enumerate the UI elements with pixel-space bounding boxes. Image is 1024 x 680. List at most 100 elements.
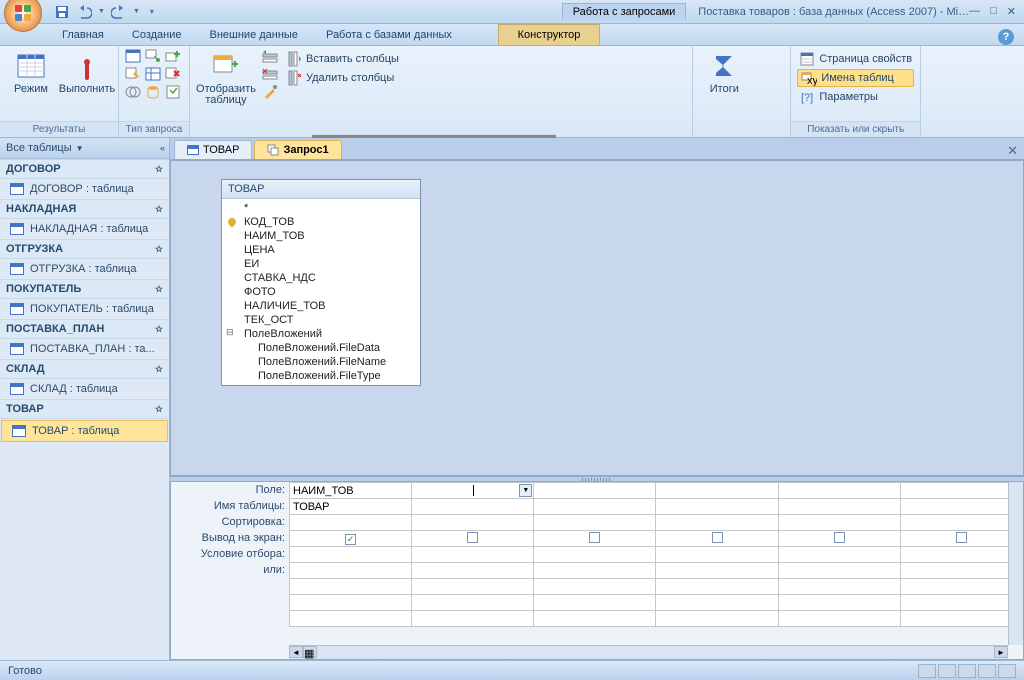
save-icon[interactable] (54, 4, 70, 20)
label-or: или: (171, 562, 289, 578)
horizontal-scrollbar[interactable]: ◄▦► (289, 645, 1008, 659)
table-icon (187, 145, 199, 155)
design-view-icon[interactable] (998, 664, 1016, 678)
append-query-icon[interactable] (165, 48, 181, 64)
property-sheet-button[interactable]: Страница свойств (797, 50, 914, 68)
undo-dropdown-icon[interactable]: ▼ (98, 8, 105, 15)
sigma-icon (708, 50, 740, 82)
nav-item[interactable]: СКЛАД : таблица (0, 379, 169, 399)
nav-group-header[interactable]: НАКЛАДНАЯ☆ (0, 199, 169, 219)
nav-dropdown-icon[interactable]: ▼ (76, 144, 84, 153)
table-names-button[interactable]: xyzИмена таблиц (797, 69, 914, 87)
field-item[interactable]: ПолеВложений (222, 327, 420, 341)
restore-button[interactable]: □ (990, 5, 997, 18)
insert-col-icon (286, 51, 302, 67)
nav-item[interactable]: ТОВАР : таблица (1, 420, 168, 442)
field-sub-item[interactable]: ПолеВложений.FileType (222, 369, 420, 383)
show-table-button[interactable]: Отобразить таблицу (196, 48, 256, 108)
qbe-table-1[interactable]: ТОВАР (290, 499, 412, 515)
titlebar: ▼ ▼ ▾ Работа с запросами Поставка товаро… (0, 0, 1024, 24)
nav-group-header[interactable]: ДОГОВОР☆ (0, 159, 169, 179)
properties-icon (799, 51, 815, 67)
field-item[interactable]: НАИМ_ТОВ (222, 229, 420, 243)
nav-header[interactable]: Все таблицы ▼ « (0, 138, 169, 159)
nav-group-header[interactable]: ТОВАР☆ (0, 399, 169, 419)
insert-columns-button[interactable]: Вставить столбцы (284, 50, 686, 68)
document-area: ТОВАР Запрос1 ✕ ТОВАР *КОД_ТОВНАИМ_ТОВЦЕ… (170, 138, 1024, 660)
view-button[interactable]: Режим (6, 48, 56, 97)
update-query-icon[interactable] (125, 66, 141, 82)
doc-tab-tovar[interactable]: ТОВАР (174, 140, 252, 159)
delete-rows-icon[interactable] (262, 67, 278, 83)
qbe-field-3[interactable] (534, 483, 656, 499)
redo-dropdown-icon[interactable]: ▼ (133, 8, 140, 15)
tab-design[interactable]: Конструктор (498, 24, 600, 46)
tab-create[interactable]: Создание (118, 25, 196, 45)
field-item[interactable]: КОД_ТОВ (222, 215, 420, 229)
nav-item[interactable]: ОТГРУЗКА : таблица (0, 259, 169, 279)
tab-home[interactable]: Главная (48, 25, 118, 45)
field-item[interactable]: ТЕК_ОСТ (222, 313, 420, 327)
run-icon (71, 50, 103, 82)
field-item[interactable]: ЦЕНА (222, 243, 420, 257)
vertical-scrollbar[interactable] (1008, 482, 1023, 645)
qbe-field-5[interactable] (778, 483, 900, 499)
svg-text:[?]: [?] (801, 92, 813, 104)
field-item[interactable]: ЕИ (222, 257, 420, 271)
nav-group-header[interactable]: ПОСТАВКА_ПЛАН☆ (0, 319, 169, 339)
close-tab-icon[interactable]: ✕ (1007, 143, 1018, 159)
make-table-icon[interactable] (145, 48, 161, 64)
nav-group-header[interactable]: ОТГРУЗКА☆ (0, 239, 169, 259)
field-list-tovar[interactable]: ТОВАР *КОД_ТОВНАИМ_ТОВЦЕНАЕИСТАВКА_НДСФО… (221, 179, 421, 386)
nav-item[interactable]: ПОКУПАТЕЛЬ : таблица (0, 299, 169, 319)
pivot-view-icon[interactable] (938, 664, 956, 678)
field-item[interactable]: ФОТО (222, 285, 420, 299)
field-dropdown-icon[interactable]: ▼ (519, 484, 532, 497)
field-sub-item[interactable]: ПолеВложений.FileData (222, 341, 420, 355)
parameters-button[interactable]: [?]Параметры (797, 88, 914, 106)
qbe-field-1[interactable]: НАИМ_ТОВ (290, 483, 412, 499)
union-query-icon[interactable] (125, 84, 141, 100)
qbe-field-6[interactable] (900, 483, 1022, 499)
insert-rows-icon[interactable] (262, 50, 278, 66)
field-item[interactable]: НАЛИЧИЕ_ТОВ (222, 299, 420, 313)
minimize-button[interactable]: — (969, 5, 980, 18)
delete-col-icon (286, 70, 302, 86)
query-design-surface[interactable]: ТОВАР *КОД_ТОВНАИМ_ТОВЦЕНАЕИСТАВКА_НДСФО… (170, 160, 1024, 476)
qbe-cells[interactable]: НАИМ_ТОВ ▼ ТОВАР ✓ (289, 482, 1023, 659)
redo-icon[interactable] (111, 4, 127, 20)
qat-customize-icon[interactable]: ▾ (150, 7, 154, 16)
qbe-field-4[interactable] (656, 483, 778, 499)
passthrough-query-icon[interactable] (145, 84, 161, 100)
totals-button[interactable]: Итоги (699, 48, 749, 97)
sql-view-icon[interactable] (978, 664, 996, 678)
nav-item[interactable]: ДОГОВОР : таблица (0, 179, 169, 199)
datasheet-view-icon[interactable] (918, 664, 936, 678)
crosstab-query-icon[interactable] (145, 66, 161, 82)
run-button[interactable]: Выполнить (62, 48, 112, 97)
qbe-show-1[interactable]: ✓ (290, 531, 412, 547)
nav-item[interactable]: ПОСТАВКА_ПЛАН : та... (0, 339, 169, 359)
field-item[interactable]: СТАВКА_НДС (222, 271, 420, 285)
qbe-field-2[interactable]: ▼ (412, 483, 534, 499)
undo-icon[interactable] (76, 4, 92, 20)
nav-item[interactable]: НАКЛАДНАЯ : таблица (0, 219, 169, 239)
delete-query-icon[interactable] (165, 66, 181, 82)
help-icon[interactable]: ? (998, 29, 1014, 45)
delete-columns-button[interactable]: Удалить столбцы (284, 69, 686, 87)
nav-group-header[interactable]: ПОКУПАТЕЛЬ☆ (0, 279, 169, 299)
nav-group-header[interactable]: СКЛАД☆ (0, 359, 169, 379)
qbe-show-2[interactable] (412, 531, 534, 547)
select-query-icon[interactable] (125, 48, 141, 64)
close-button[interactable]: ✕ (1007, 5, 1016, 18)
nav-collapse-icon[interactable]: « (160, 143, 163, 153)
tab-database-tools[interactable]: Работа с базами данных (312, 25, 466, 45)
datasheet-icon (15, 50, 47, 82)
doc-tab-query1[interactable]: Запрос1 (254, 140, 341, 159)
tab-external-data[interactable]: Внешние данные (196, 25, 312, 45)
data-definition-icon[interactable] (165, 84, 181, 100)
builder-icon[interactable] (262, 84, 278, 100)
chart-view-icon[interactable] (958, 664, 976, 678)
navigation-pane: Все таблицы ▼ « ДОГОВОР☆ДОГОВОР : таблиц… (0, 138, 170, 660)
field-sub-item[interactable]: ПолеВложений.FileName (222, 355, 420, 369)
